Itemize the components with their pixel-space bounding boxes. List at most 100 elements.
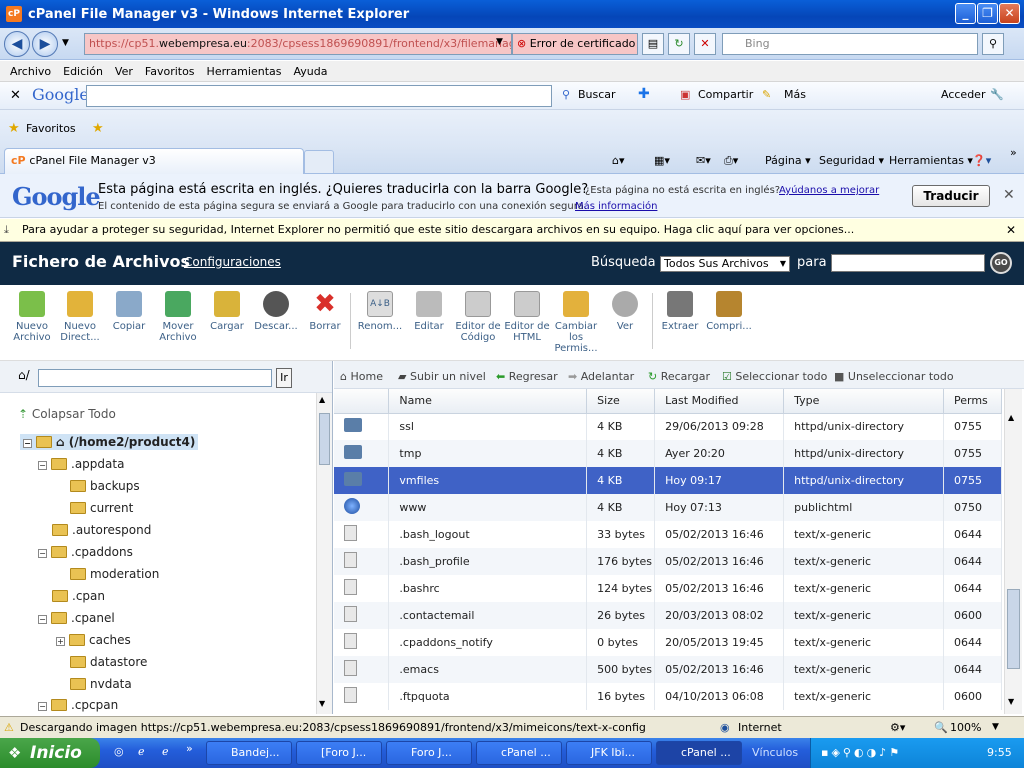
new-file-button[interactable]: Nuevo Archivo	[8, 291, 56, 343]
delete-button[interactable]: ✖ Borrar	[301, 291, 349, 332]
tree-root[interactable]: − ⌂ (/home2/product4)	[20, 434, 199, 450]
file-name[interactable]: .contactemail	[388, 602, 588, 629]
collapse-toggle-icon[interactable]: −	[38, 702, 47, 711]
table-row[interactable]: .bashrc 124 bytes 05/02/2013 16:46 text/x-g…	[334, 575, 1003, 602]
scroll-up-icon[interactable]: ▲	[1008, 413, 1014, 422]
file-perms[interactable]: 0644	[943, 521, 1003, 548]
table-row[interactable]: .contactemail 26 bytes 20/03/2013 08:02 tex…	[334, 602, 1003, 629]
more-button[interactable]: Más	[784, 88, 806, 101]
table-row[interactable]: .ftpquota 16 bytes 04/10/2013 06:08 text/x-…	[334, 683, 1003, 710]
code-editor-button[interactable]: Editor de Código	[454, 291, 502, 343]
tree-item-cpanel[interactable]: − .cpanel	[38, 611, 115, 625]
taskbar-item-bandeja[interactable]: Bandej...	[206, 741, 292, 765]
home-icon[interactable]: ⌂▾	[612, 154, 625, 167]
tab-cpanel[interactable]: cP cPanel File Manager v3	[4, 148, 304, 174]
ie-quicklaunch-icon-2[interactable]: ℯ	[162, 745, 169, 758]
add-favorite-icon[interactable]: ★	[92, 121, 104, 136]
upload-button[interactable]: Cargar	[203, 291, 251, 332]
file-perms[interactable]: 0644	[943, 548, 1003, 575]
go-button[interactable]: GO	[990, 252, 1012, 274]
home-nav-button[interactable]: ⌂ Home	[340, 370, 383, 383]
file-name[interactable]: ssl	[388, 413, 588, 440]
refresh-icon[interactable]: ↻	[668, 33, 690, 55]
zoom-level[interactable]: 100%	[950, 717, 981, 738]
collapse-toggle-icon[interactable]: −	[38, 549, 47, 558]
tree-item-autorespond[interactable]: .autorespond	[52, 523, 151, 537]
file-perms[interactable]: 0755	[943, 413, 1003, 440]
tree-item-moderation[interactable]: moderation	[70, 567, 159, 581]
collapse-toggle-icon[interactable]: −	[38, 615, 47, 624]
chevron-right-icon[interactable]: »	[186, 742, 193, 755]
tree-scrollbar[interactable]: ▲ ▼	[316, 393, 332, 714]
edit-button[interactable]: Editar	[405, 291, 453, 332]
column-header-type[interactable]: Type	[783, 389, 944, 414]
menu-ayuda[interactable]: Ayuda	[293, 65, 327, 78]
search-icon[interactable]: ⚲	[982, 33, 1004, 55]
forward-nav-button[interactable]: ➡ Adelantar	[568, 370, 634, 383]
taskbar-item-foro-2[interactable]: Foro J...	[386, 741, 472, 765]
security-menu[interactable]: Seguridad ▾	[819, 154, 884, 167]
file-perms[interactable]: 0600	[943, 602, 1003, 629]
plus-icon[interactable]: ✚	[638, 86, 650, 102]
forward-button[interactable]: ▶	[32, 31, 58, 57]
tree-item-caches[interactable]: + caches	[56, 633, 131, 647]
taskbar-item-jfk[interactable]: JFK Ibi...	[566, 741, 652, 765]
extract-button[interactable]: Extraer	[656, 291, 704, 332]
share-button[interactable]: Compartir	[698, 88, 753, 101]
file-name[interactable]: .bash_profile	[388, 548, 588, 575]
maximize-button[interactable]: ❐	[977, 3, 998, 24]
url-dropdown-icon[interactable]: ▼	[496, 37, 503, 47]
file-name[interactable]: vmfiles	[388, 467, 588, 494]
tree-item-appdata[interactable]: − .appdata	[38, 457, 124, 471]
compress-button[interactable]: Compri...	[705, 291, 753, 332]
links-toolbar[interactable]: Vínculos	[752, 746, 798, 759]
menu-archivo[interactable]: Archivo	[10, 65, 51, 78]
reload-button[interactable]: ↻ Recargar	[648, 370, 710, 383]
table-row[interactable]: vmfiles 4 KB Hoy 09:17 httpd/unix-directory…	[334, 467, 1003, 494]
table-row[interactable]: .cpaddons_notify 0 bytes 20/05/2013 19:45 t…	[334, 629, 1003, 656]
tree-item-cpcpan[interactable]: − .cpcpan	[38, 698, 118, 712]
page-menu[interactable]: Página ▾	[765, 154, 811, 167]
file-perms[interactable]: 0600	[943, 683, 1003, 710]
chevron-right-icon[interactable]: »	[1010, 146, 1017, 159]
move-file-button[interactable]: Mover Archivo	[154, 291, 202, 343]
close-icon[interactable]: ✕	[1003, 187, 1015, 203]
url-input[interactable]: https://cp51.webempresa.eu:2083/cpsess18…	[84, 33, 512, 55]
file-name[interactable]: tmp	[388, 440, 588, 467]
tray-icons[interactable]: ▪◈⚲◐◑♪⚑	[821, 738, 902, 768]
table-row[interactable]: ssl 4 KB 29/06/2013 09:28 httpd/unix-direct…	[334, 413, 1003, 440]
favorites-button[interactable]: Favoritos	[26, 122, 76, 135]
scrollbar-thumb[interactable]	[1007, 589, 1020, 669]
wrench-icon[interactable]: 🔧	[990, 88, 1004, 101]
collapse-toggle-icon[interactable]: −	[38, 461, 47, 470]
scroll-down-icon[interactable]: ▼	[319, 699, 325, 708]
file-search-input[interactable]	[831, 254, 985, 272]
collapse-all-button[interactable]: ⇡ Colapsar Todo	[18, 407, 116, 421]
file-perms[interactable]: 0644	[943, 656, 1003, 683]
new-folder-button[interactable]: Nuevo Direct...	[56, 291, 104, 343]
scroll-down-icon[interactable]: ▼	[1008, 697, 1014, 706]
recent-pages-dropdown[interactable]: ▼	[62, 38, 69, 48]
help-icon[interactable]: ❓▾	[972, 154, 991, 167]
expand-toggle-icon[interactable]: +	[56, 637, 65, 646]
table-row[interactable]: .bash_logout 33 bytes 05/02/2013 16:46 text…	[334, 521, 1003, 548]
tree-item-datastore[interactable]: datastore	[70, 655, 147, 669]
file-list-scrollbar[interactable]: ▲ ▼	[1004, 389, 1022, 714]
tree-item-cpan[interactable]: .cpan	[52, 589, 105, 603]
column-header-size[interactable]: Size	[586, 389, 656, 414]
menu-ver[interactable]: Ver	[115, 65, 133, 78]
path-input[interactable]	[38, 369, 272, 387]
column-header-modified[interactable]: Last Modified	[654, 389, 785, 414]
chrome-quicklaunch-icon[interactable]: ◎	[114, 745, 124, 758]
mail-icon[interactable]: ✉▾	[696, 154, 711, 167]
file-name[interactable]: .ftpquota	[388, 683, 588, 710]
table-row[interactable]: tmp 4 KB Ayer 20:20 httpd/unix-directory 075…	[334, 440, 1003, 467]
google-search-button[interactable]: Buscar	[578, 88, 616, 101]
print-icon[interactable]: ⎙▾	[724, 154, 738, 168]
search-input[interactable]: Bing	[722, 33, 978, 55]
taskbar-item-cpanel-2[interactable]: cPanel ...	[656, 741, 742, 765]
security-info-bar[interactable]: ⤓ Para ayudar a proteger su seguridad, I…	[0, 219, 1024, 242]
file-name[interactable]: .cpaddons_notify	[388, 629, 588, 656]
tree-item-current[interactable]: current	[70, 501, 133, 515]
table-row[interactable]: .bash_profile 176 bytes 05/02/2013 16:46 te…	[334, 548, 1003, 575]
